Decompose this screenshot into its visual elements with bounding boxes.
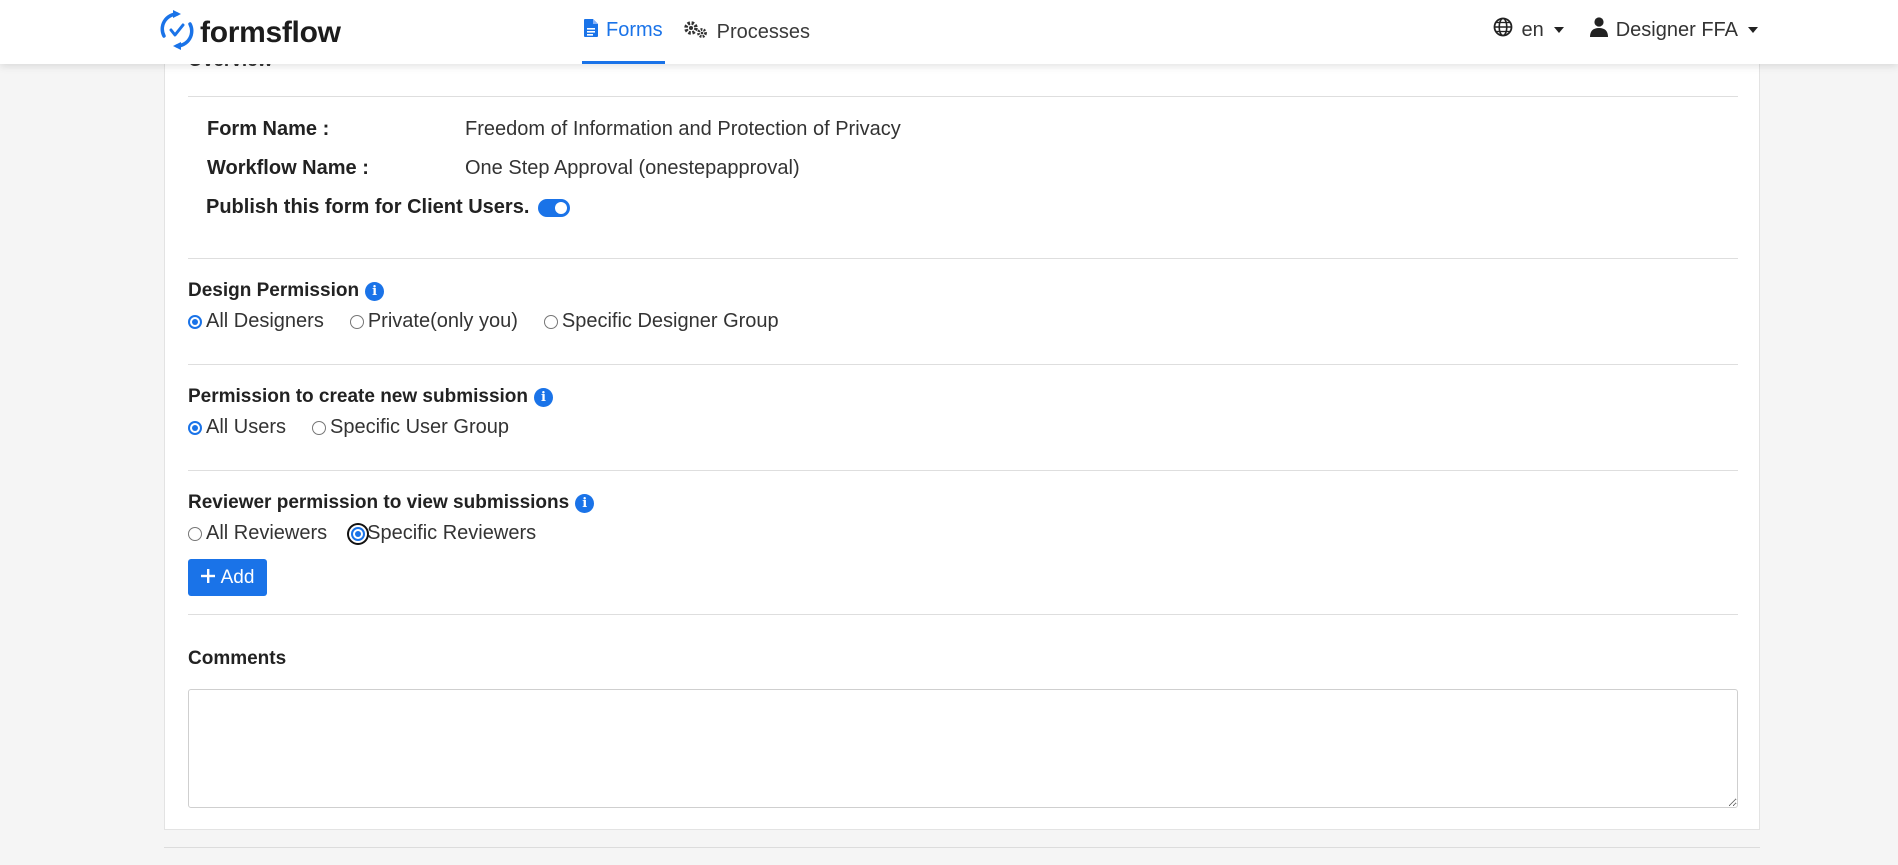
divider [188,96,1738,97]
workflow-name-value: One Step Approval (onestepapproval) [465,157,800,179]
design-permission-label: Design Permission [188,280,360,301]
radio-specific-reviewers[interactable]: Specific Reviewers [351,522,536,545]
nav-processes[interactable]: Processes [681,0,812,64]
radio-label: Specific Designer Group [561,310,779,332]
divider [188,364,1738,365]
publish-toggle[interactable] [538,198,571,217]
divider [188,258,1738,259]
comments-textarea[interactable] [188,689,1738,808]
design-permission-title: Design Permission i [188,280,385,302]
radio-specific-designer-group[interactable]: Specific Designer Group [543,310,779,333]
language-dropdown[interactable]: en [1493,17,1564,43]
submission-permission-options: All Users Specific User Group [188,416,537,439]
reviewer-permission-title: Reviewer permission to view submissions … [188,492,595,514]
radio-specific-user-group[interactable]: Specific User Group [312,416,509,439]
divider [188,470,1738,471]
user-dropdown[interactable]: Designer FFA [1589,17,1758,43]
reviewer-permission-options: All Reviewers Specific Reviewers [188,522,564,545]
radio-button[interactable] [543,314,558,329]
info-icon[interactable]: i [365,281,385,301]
formsflow-logo-icon [160,10,194,55]
radio-label: Specific Reviewers [367,522,537,544]
workflow-name-row: Workflow Name : One Step Approval (onest… [207,157,800,180]
radio-button[interactable] [188,420,202,435]
info-icon[interactable]: i [575,493,595,513]
radio-label: Specific User Group [330,416,509,438]
brand[interactable]: formsflow [160,10,341,55]
publish-label: Publish this form for Client Users. [206,196,530,218]
reviewer-permission-label: Reviewer permission to view submissions [188,492,570,513]
radio-private[interactable]: Private(only you) [349,310,518,333]
radio-label: All Users [206,416,287,438]
document-icon [584,18,598,43]
comments-label: Comments [188,648,287,669]
gears-icon [683,19,709,45]
chevron-down-icon [1748,27,1758,33]
nav-forms[interactable]: Forms [582,0,665,64]
radio-all-users[interactable]: All Users [188,416,286,439]
globe-icon [1493,17,1513,43]
plus-icon [200,567,215,589]
divider [164,847,1760,848]
radio-button[interactable] [312,420,327,435]
brand-name: formsflow [200,15,341,49]
add-reviewer-button[interactable]: Add [188,559,267,596]
nav-right: en Designer FFA [1493,0,1758,60]
main-nav: Forms Processes [582,0,812,64]
form-name-label: Form Name : [207,118,330,140]
radio-label: All Reviewers [206,522,328,544]
user-name: Designer FFA [1615,18,1738,41]
nav-forms-label: Forms [606,19,663,41]
radio-all-reviewers[interactable]: All Reviewers [188,522,327,545]
radio-button[interactable] [351,526,366,541]
radio-all-designers[interactable]: All Designers [188,310,324,333]
info-icon[interactable]: i [534,387,553,407]
top-navbar: formsflow Forms Processes en Designer FF… [0,0,1898,64]
radio-button[interactable] [188,314,202,329]
form-name-value: Freedom of Information and Protection of… [465,118,901,140]
radio-label: All Designers [206,310,324,332]
design-permission-options: All Designers Private(only you) Specific… [188,310,807,333]
form-name-row: Form Name : Freedom of Information and P… [207,118,901,141]
divider [188,614,1738,615]
add-button-label: Add [220,566,255,588]
nav-processes-label: Processes [716,20,811,43]
workflow-name-label: Workflow Name : [207,157,369,179]
user-icon [1589,17,1608,43]
radio-button[interactable] [349,314,364,329]
chevron-down-icon [1553,27,1564,33]
radio-button[interactable] [188,526,202,541]
language-label: en [1521,18,1544,41]
radio-label: Private(only you) [367,310,518,332]
submission-permission-label: Permission to create new submission [188,386,528,407]
publish-row: Publish this form for Client Users. [206,196,571,219]
submission-permission-title: Permission to create new submission i [188,386,553,408]
